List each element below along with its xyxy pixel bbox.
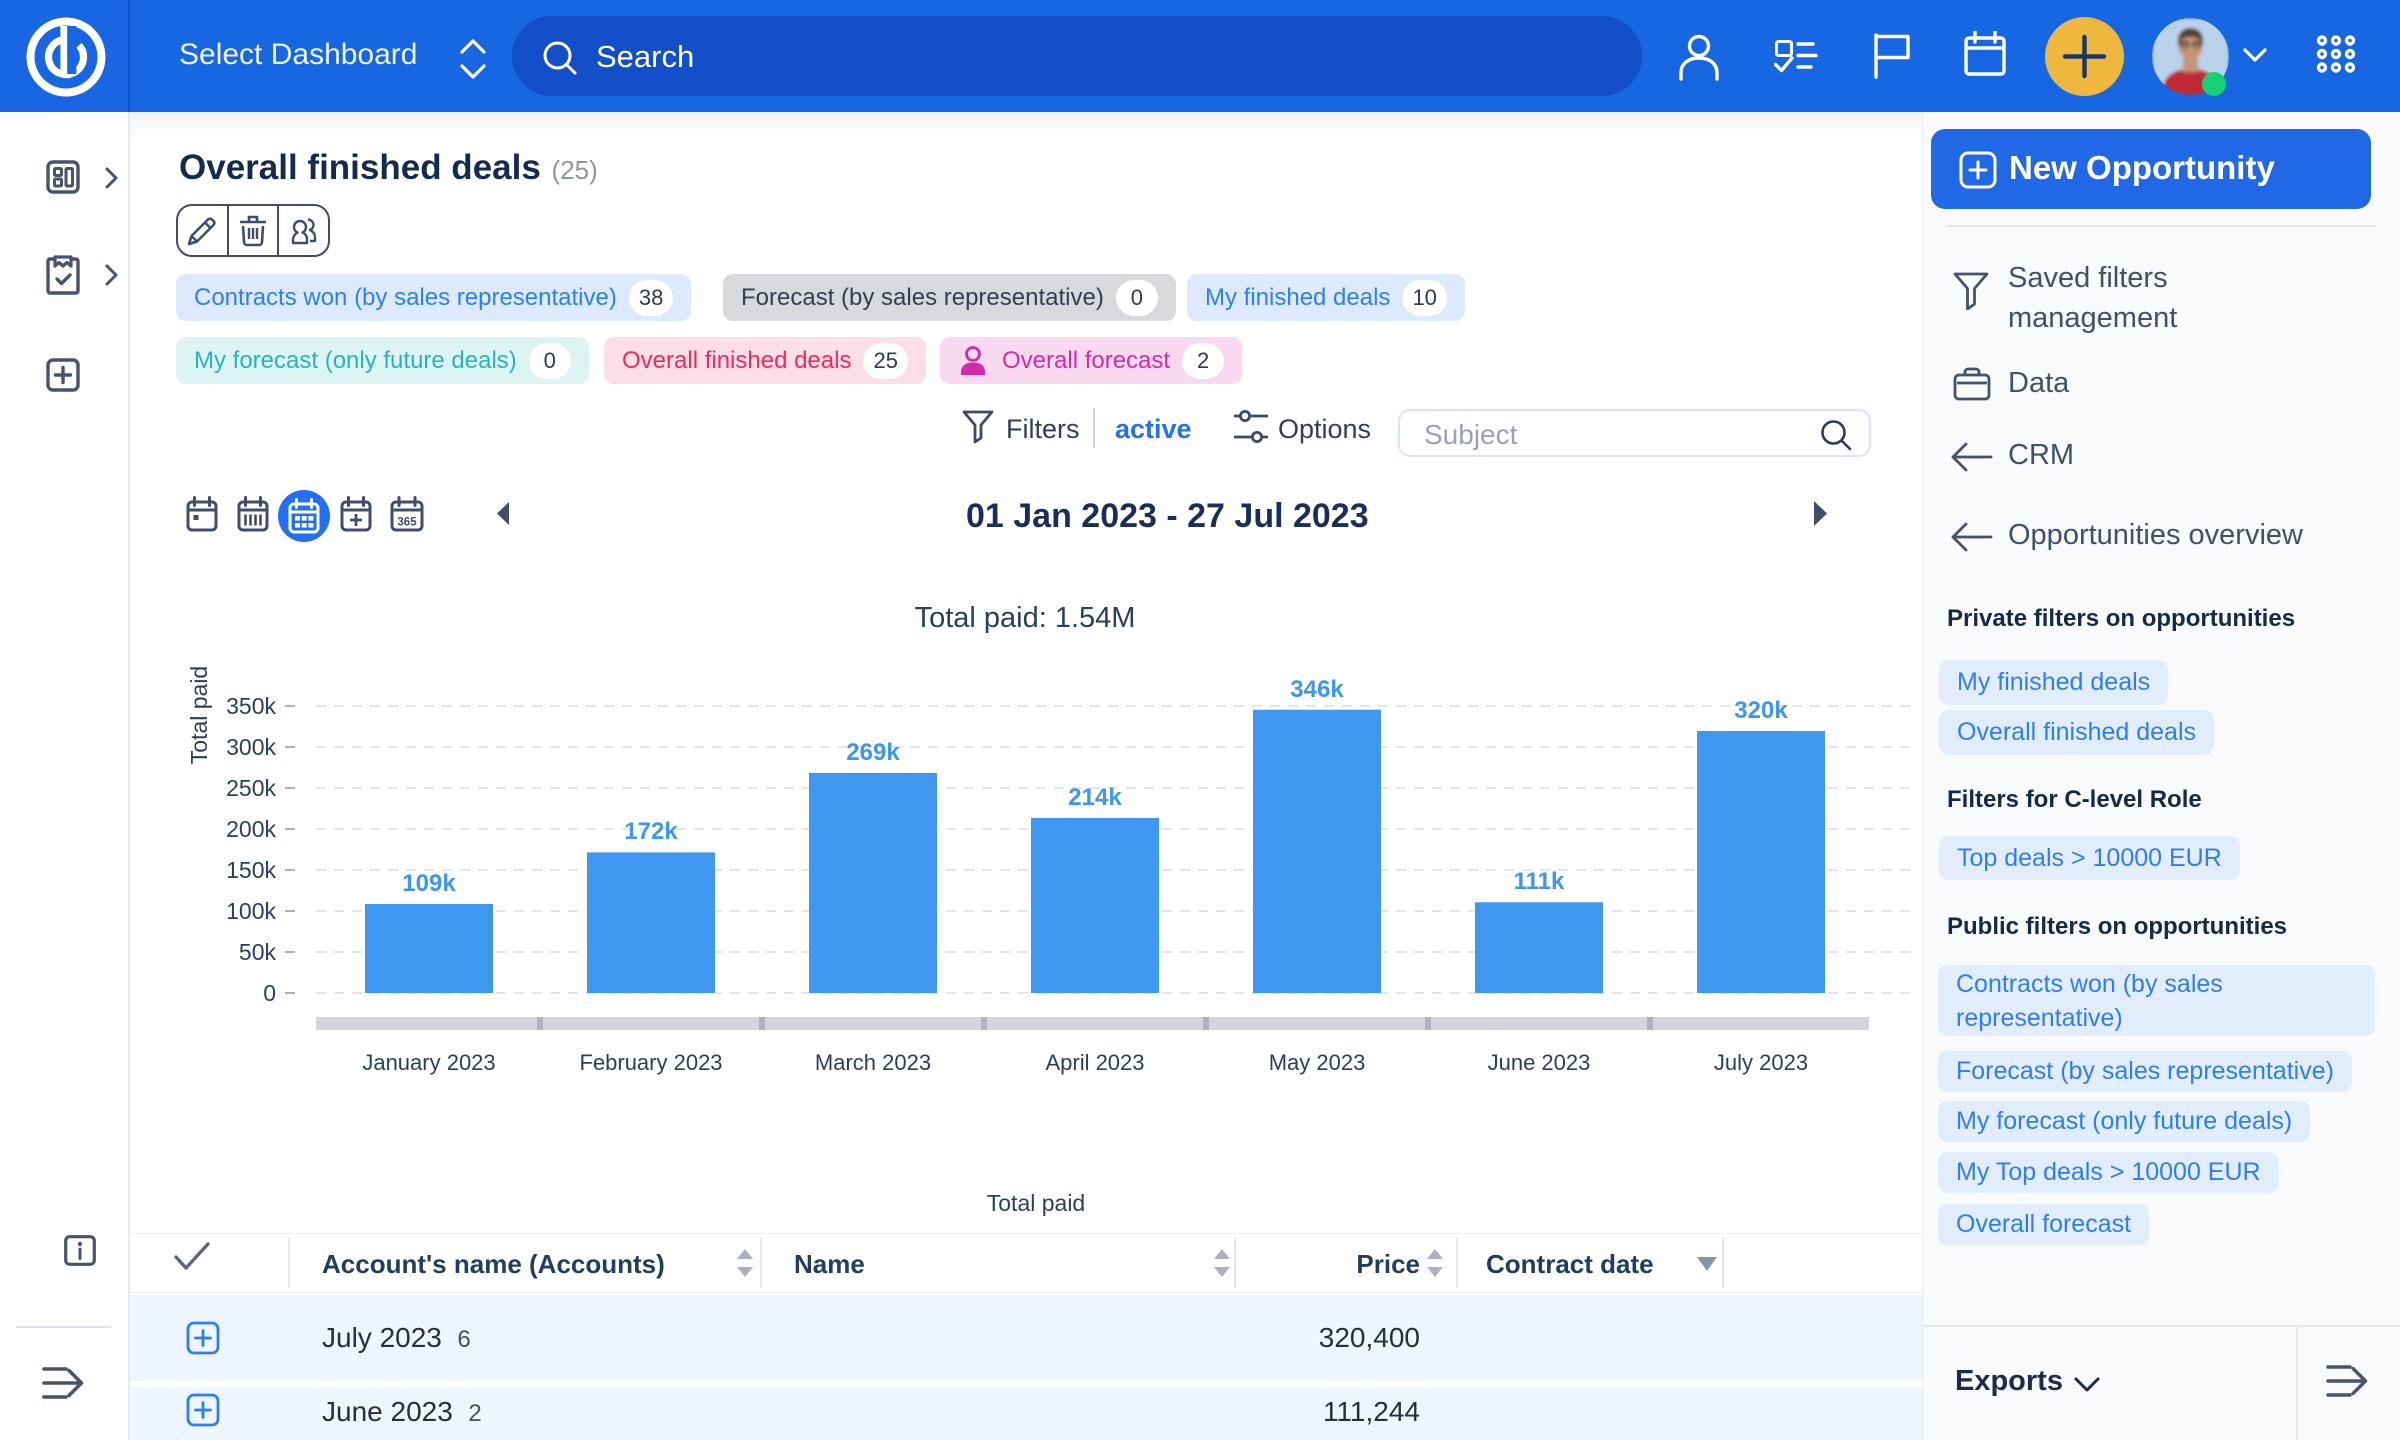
svg-text:214k: 214k [1068,784,1122,811]
svg-text:346k: 346k [1290,676,1344,703]
svg-text:300k: 300k [226,734,276,760]
svg-text:109k: 109k [402,870,456,897]
svg-text:June 2023: June 2023 [1488,1050,1591,1075]
svg-text:0: 0 [263,980,276,1006]
svg-text:April 2023: April 2023 [1045,1050,1144,1075]
svg-text:50k: 50k [239,939,277,965]
svg-text:365: 365 [397,517,417,529]
svg-text:350k: 350k [226,693,276,719]
svg-text:Total paid: 1.54M: Total paid: 1.54M [915,602,1136,634]
svg-text:111k: 111k [1514,868,1565,895]
svg-text:269k: 269k [846,739,900,766]
svg-text:July 2023: July 2023 [1714,1050,1808,1075]
svg-text:May 2023: May 2023 [1269,1050,1366,1075]
svg-text:150k: 150k [226,857,276,883]
svg-text:200k: 200k [226,816,276,842]
svg-text:February 2023: February 2023 [579,1050,722,1075]
svg-text:January 2023: January 2023 [362,1050,495,1075]
svg-text:100k: 100k [226,898,276,924]
svg-text:172k: 172k [624,818,678,845]
svg-text:320k: 320k [1734,697,1788,724]
svg-text:Total paid: Total paid [186,666,212,764]
svg-text:Total paid: Total paid [987,1190,1085,1216]
svg-text:250k: 250k [226,775,276,801]
svg-text:March 2023: March 2023 [815,1050,931,1075]
